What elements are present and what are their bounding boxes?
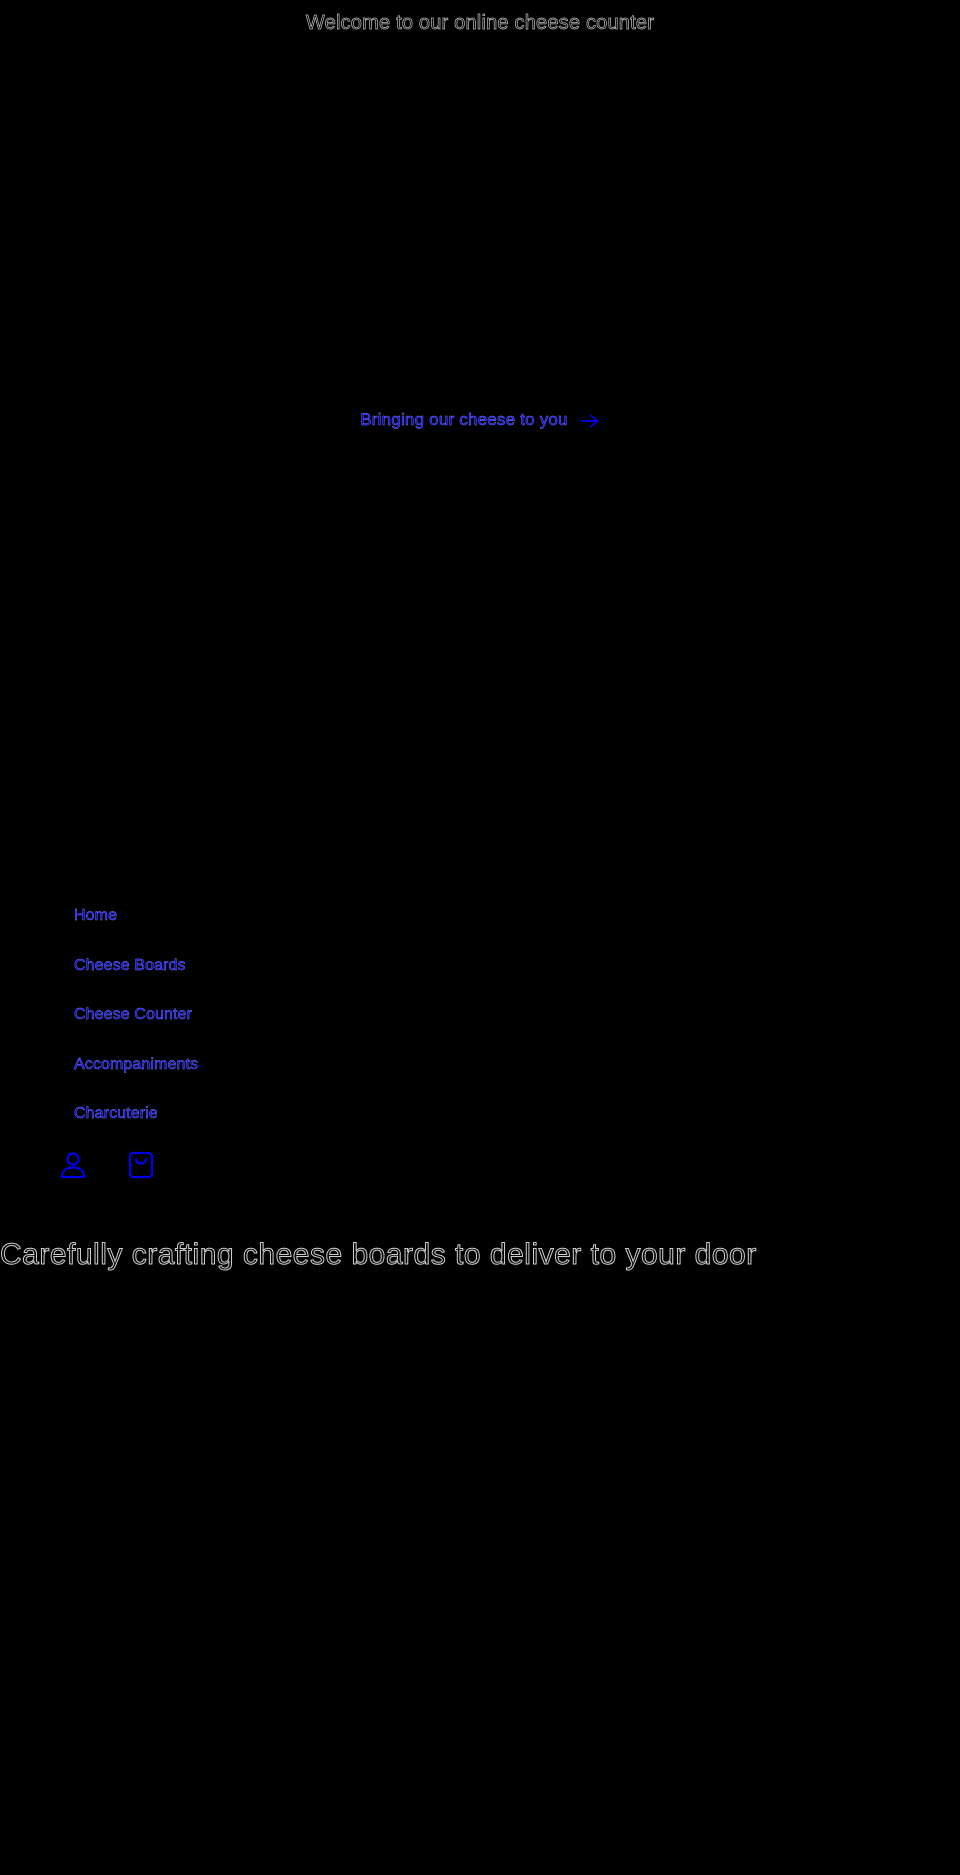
nav-link-charcuterie[interactable]: Charcuterie <box>74 1105 158 1122</box>
nav-link-cheese-counter[interactable]: Cheese Counter <box>74 1006 192 1023</box>
nav-item-charcuterie: Charcuterie <box>74 1102 198 1152</box>
cart-icon <box>128 1151 154 1184</box>
cart-button[interactable] <box>126 1151 156 1184</box>
header-icons <box>58 1151 156 1184</box>
nav-item-home: Home <box>74 904 198 954</box>
nav-link-accompaniments[interactable]: Accompaniments <box>74 1055 198 1072</box>
nav-item-cheese-boards: Cheese Boards <box>74 954 198 1004</box>
promo-link[interactable]: Bringing our cheese to you <box>360 410 599 429</box>
main-nav: Home Cheese Boards Cheese Counter Accomp… <box>74 904 198 1152</box>
nav-link-cheese-boards[interactable]: Cheese Boards <box>74 956 186 973</box>
hero-heading: Carefully crafting cheese boards to deli… <box>0 1238 757 1272</box>
promo-link-label: Bringing our cheese to you <box>360 410 568 429</box>
announcement-bar: Welcome to our online cheese counter <box>0 10 960 37</box>
account-button[interactable] <box>58 1151 88 1184</box>
nav-item-accompaniments: Accompaniments <box>74 1053 198 1103</box>
nav-item-cheese-counter: Cheese Counter <box>74 1003 198 1053</box>
nav-link-home[interactable]: Home <box>74 907 117 924</box>
promo-banner: Bringing our cheese to you <box>0 408 960 435</box>
announcement-text: Welcome to our online cheese counter <box>305 12 655 35</box>
account-icon <box>60 1151 86 1184</box>
arrow-right-icon <box>579 411 600 435</box>
